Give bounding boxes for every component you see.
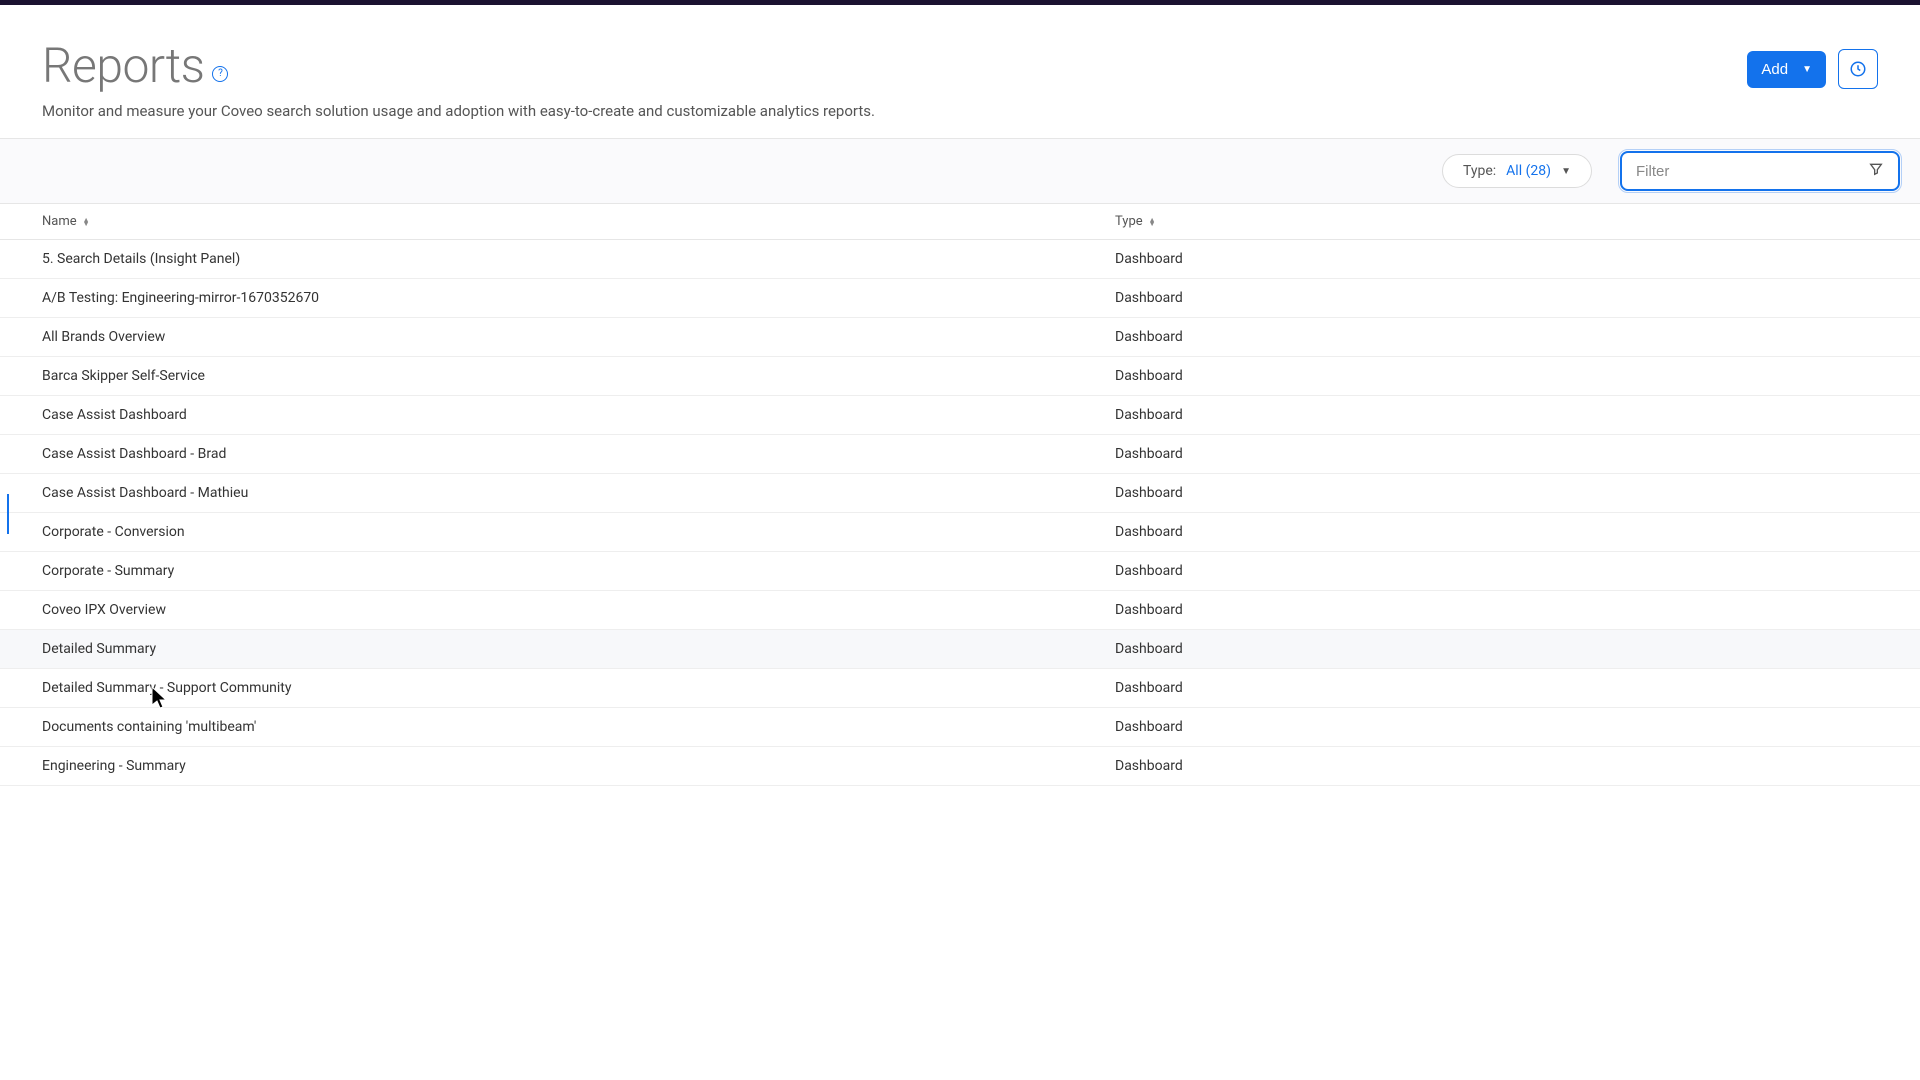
table-row[interactable]: Case Assist Dashboard - BradDashboard xyxy=(0,435,1920,474)
cell-type: Dashboard xyxy=(1115,758,1878,774)
column-header-name[interactable]: Name ▲▼ xyxy=(42,214,1115,229)
sort-icon: ▲▼ xyxy=(1149,218,1156,226)
cell-name: Detailed Summary xyxy=(42,641,1115,657)
add-button-label: Add xyxy=(1761,61,1788,78)
cell-type: Dashboard xyxy=(1115,290,1878,306)
cell-name: Case Assist Dashboard - Mathieu xyxy=(42,485,1115,501)
cell-name: Case Assist Dashboard - Brad xyxy=(42,446,1115,462)
header-actions: Add ▼ xyxy=(1747,49,1878,89)
cell-name: Corporate - Conversion xyxy=(42,524,1115,540)
sort-icon: ▲▼ xyxy=(83,218,90,226)
cell-type: Dashboard xyxy=(1115,602,1878,618)
column-header-type-label: Type xyxy=(1115,214,1143,229)
table-row[interactable]: A/B Testing: Engineering-mirror-16703526… xyxy=(0,279,1920,318)
page-header: Reports ? Monitor and measure your Coveo… xyxy=(0,5,1920,138)
filter-input-wrapper[interactable] xyxy=(1620,151,1900,191)
cell-type: Dashboard xyxy=(1115,485,1878,501)
add-button[interactable]: Add ▼ xyxy=(1747,51,1826,88)
history-button[interactable] xyxy=(1838,49,1878,89)
cell-name: Coveo IPX Overview xyxy=(42,602,1115,618)
cell-type: Dashboard xyxy=(1115,641,1878,657)
cell-name: Case Assist Dashboard xyxy=(42,407,1115,423)
table-row[interactable]: Barca Skipper Self-ServiceDashboard xyxy=(0,357,1920,396)
type-filter[interactable]: Type: All (28) ▼ xyxy=(1442,154,1592,188)
page-subtitle: Monitor and measure your Coveo search so… xyxy=(42,102,875,120)
cell-type: Dashboard xyxy=(1115,251,1878,267)
cell-name: 5. Search Details (Insight Panel) xyxy=(42,251,1115,267)
page-container: Reports ? Monitor and measure your Coveo… xyxy=(0,5,1920,786)
cell-type: Dashboard xyxy=(1115,719,1878,735)
filter-input[interactable] xyxy=(1636,163,1868,180)
type-filter-value: All (28) xyxy=(1506,163,1551,179)
table-row[interactable]: 5. Search Details (Insight Panel)Dashboa… xyxy=(0,240,1920,279)
header-left: Reports ? Monitor and measure your Coveo… xyxy=(42,37,875,120)
table-row[interactable]: Corporate - SummaryDashboard xyxy=(0,552,1920,591)
cell-name: Barca Skipper Self-Service xyxy=(42,368,1115,384)
reports-table: Name ▲▼ Type ▲▼ 5. Search Details (Insig… xyxy=(0,204,1920,786)
table-row[interactable]: Corporate - ConversionDashboard xyxy=(0,513,1920,552)
table-row[interactable]: Case Assist DashboardDashboard xyxy=(0,396,1920,435)
table-row[interactable]: Documents containing 'multibeam'Dashboar… xyxy=(0,708,1920,747)
table-row[interactable]: Engineering - SummaryDashboard xyxy=(0,747,1920,786)
table-header: Name ▲▼ Type ▲▼ xyxy=(0,204,1920,240)
table-row[interactable]: All Brands OverviewDashboard xyxy=(0,318,1920,357)
cell-name: A/B Testing: Engineering-mirror-16703526… xyxy=(42,290,1115,306)
table-row[interactable]: Detailed SummaryDashboard xyxy=(0,630,1920,669)
title-row: Reports ? xyxy=(42,37,875,94)
cell-type: Dashboard xyxy=(1115,563,1878,579)
chevron-down-icon: ▼ xyxy=(1561,166,1571,177)
column-header-type[interactable]: Type ▲▼ xyxy=(1115,214,1878,229)
clock-icon xyxy=(1849,60,1867,78)
cell-name: Detailed Summary - Support Community xyxy=(42,680,1115,696)
cell-type: Dashboard xyxy=(1115,368,1878,384)
cell-type: Dashboard xyxy=(1115,329,1878,345)
cell-type: Dashboard xyxy=(1115,446,1878,462)
cell-name: All Brands Overview xyxy=(42,329,1115,345)
cell-name: Corporate - Summary xyxy=(42,563,1115,579)
table-row[interactable]: Case Assist Dashboard - MathieuDashboard xyxy=(0,474,1920,513)
page-title: Reports xyxy=(42,37,204,94)
cell-name: Documents containing 'multibeam' xyxy=(42,719,1115,735)
help-icon[interactable]: ? xyxy=(212,66,228,82)
cell-type: Dashboard xyxy=(1115,524,1878,540)
chevron-down-icon: ▼ xyxy=(1802,64,1812,75)
filter-icon xyxy=(1868,161,1884,181)
sidebar-active-indicator xyxy=(7,494,9,534)
table-body: 5. Search Details (Insight Panel)Dashboa… xyxy=(0,240,1920,786)
table-row[interactable]: Detailed Summary - Support CommunityDash… xyxy=(0,669,1920,708)
cell-type: Dashboard xyxy=(1115,407,1878,423)
filter-bar: Type: All (28) ▼ xyxy=(0,138,1920,204)
table-row[interactable]: Coveo IPX OverviewDashboard xyxy=(0,591,1920,630)
column-header-name-label: Name xyxy=(42,214,77,229)
cell-type: Dashboard xyxy=(1115,680,1878,696)
cell-name: Engineering - Summary xyxy=(42,758,1115,774)
type-filter-label: Type: xyxy=(1463,163,1496,179)
